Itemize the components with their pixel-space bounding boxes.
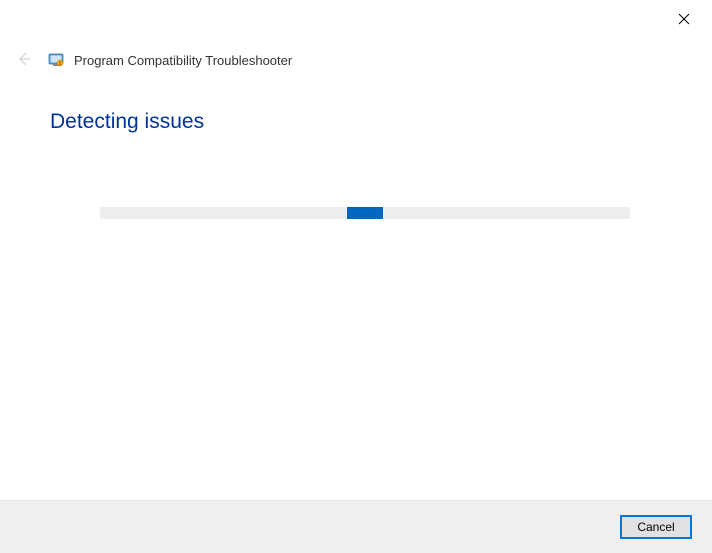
header: Program Compatibility Troubleshooter [14,50,292,70]
back-arrow-icon [16,51,32,70]
close-button[interactable] [674,10,694,30]
close-icon [678,13,690,28]
footer: Cancel [0,500,712,553]
progress-bar [100,207,630,219]
content-area: Detecting issues [50,110,662,214]
back-button [14,50,34,70]
troubleshooter-icon [48,52,64,68]
progress-indicator [347,207,383,219]
window-title: Program Compatibility Troubleshooter [74,53,292,68]
page-heading: Detecting issues [50,110,662,134]
cancel-button[interactable]: Cancel [620,515,692,539]
